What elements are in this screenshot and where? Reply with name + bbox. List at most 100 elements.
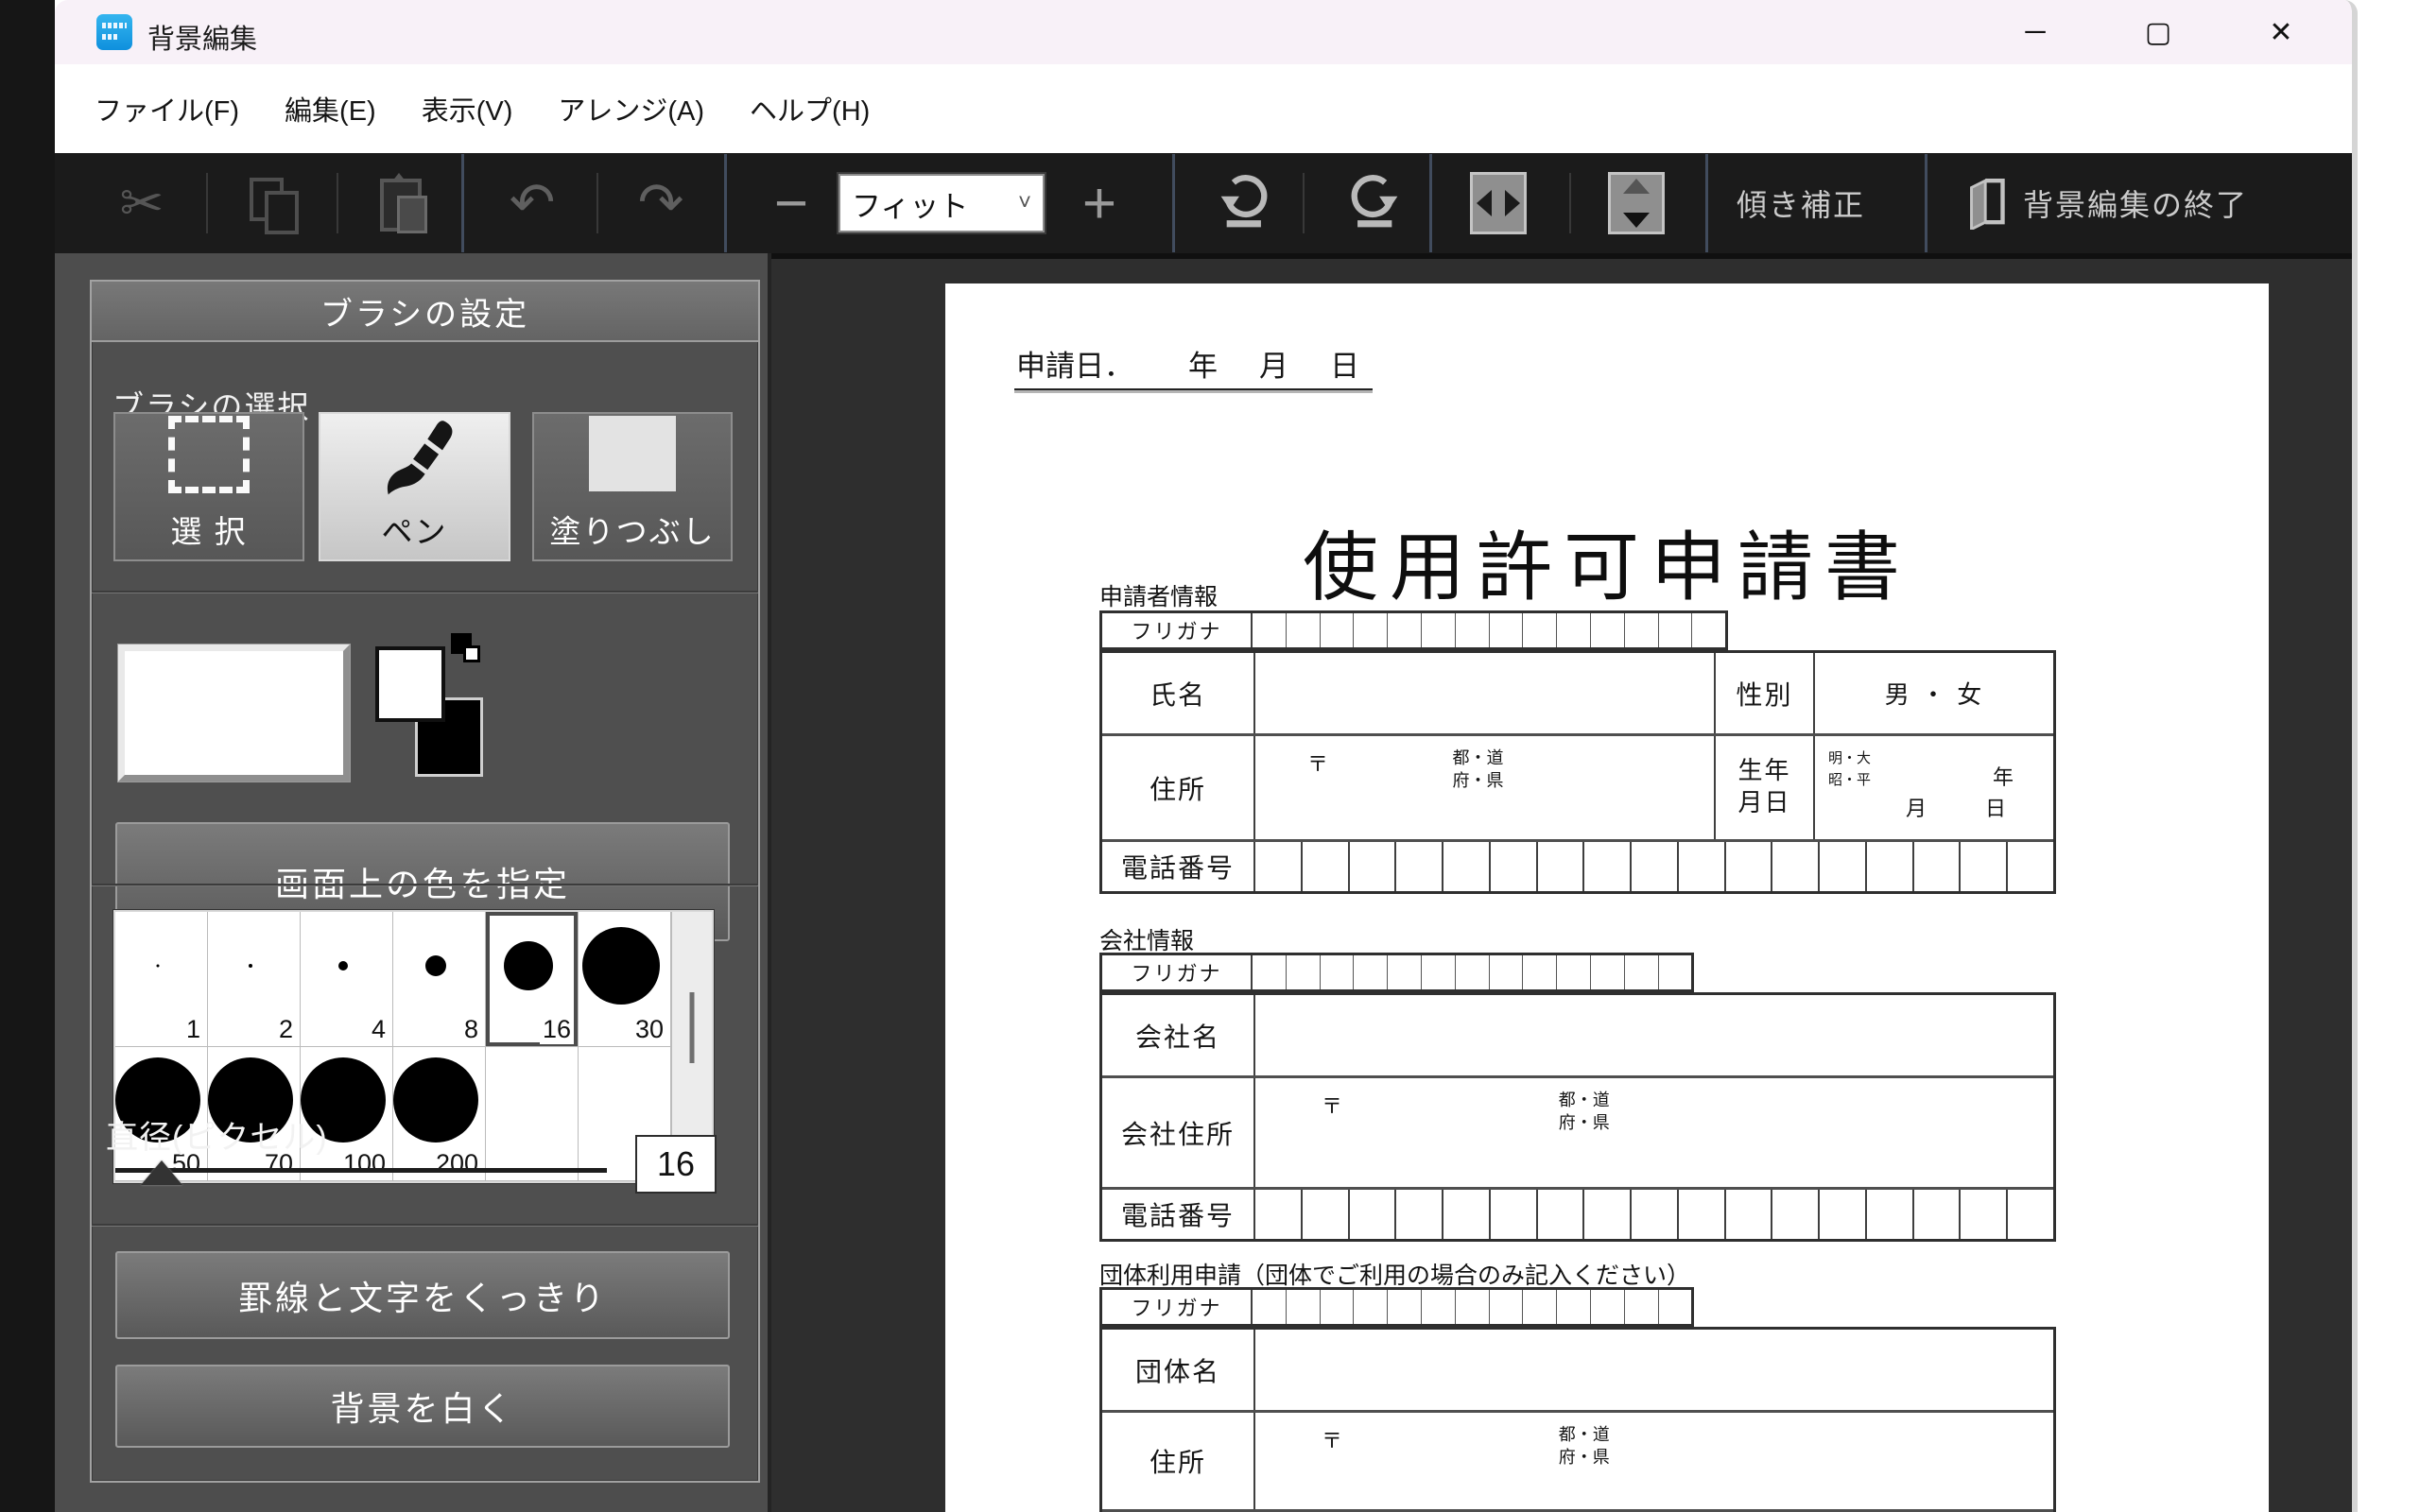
- phone-digit-cell: [1489, 842, 1536, 891]
- diameter-slider-track[interactable]: [115, 1168, 607, 1173]
- cut-icon[interactable]: ✂: [112, 172, 172, 234]
- separator: [206, 173, 208, 233]
- swap-colors-icon[interactable]: [451, 633, 489, 671]
- brush-dot: [582, 927, 660, 1005]
- furigana-cell: [1455, 1290, 1489, 1324]
- group-table: 団体名 住所 〒 都・道府・県: [1099, 1327, 2056, 1512]
- furigana-cell: [1455, 613, 1489, 647]
- exit-background-edit-button[interactable]: 背景編集の終了: [1966, 177, 2248, 230]
- furigana-cell: [1658, 613, 1692, 647]
- brush-size-cell[interactable]: 16: [486, 912, 579, 1047]
- menu-item[interactable]: 編集(E): [262, 76, 399, 142]
- workspace: ブラシの設定 ブラシの選択 選 択 ペン: [55, 253, 2352, 1512]
- scrollbar-thumb[interactable]: [690, 992, 695, 1063]
- postal-mark: 〒: [1322, 1424, 1342, 1454]
- phone-digit-cell: [1677, 1190, 1724, 1239]
- tilt-correction-button[interactable]: 傾き補正: [1737, 181, 1865, 225]
- brush-size-number: 1: [183, 1016, 203, 1044]
- furigana-cell: [1286, 1290, 1320, 1324]
- phone-digit-cell: [1912, 842, 1960, 891]
- postal-mark: 〒: [1322, 1090, 1342, 1120]
- diameter-slider-thumb[interactable]: [141, 1160, 182, 1185]
- brush-size-cell[interactable]: 8: [393, 912, 486, 1047]
- maximize-button[interactable]: ▢: [2097, 0, 2220, 64]
- screen: 背景編集 ─ ▢ ✕ ファイル(F)編集(E)表示(V)アレンジ(A)ヘルプ(H…: [0, 0, 2420, 1512]
- tool-pen-button[interactable]: ペン: [319, 412, 510, 561]
- brush-dot: [156, 964, 159, 967]
- tool-select-button[interactable]: 選 択: [113, 412, 304, 561]
- furigana-cell: [1253, 613, 1286, 647]
- furigana-cell: [1624, 613, 1658, 647]
- sharpen-lines-text-button[interactable]: 罫線と文字をくっきり: [115, 1251, 730, 1339]
- zoom-in-button[interactable]: +: [1073, 170, 1126, 237]
- desktop-background-left: [0, 0, 55, 1512]
- document-page[interactable]: 申請日． 年 月 日 使用許可申請書 申請者情報 フリガナ 氏名: [945, 284, 2269, 1512]
- menu-item[interactable]: ファイル(F): [72, 76, 262, 142]
- paste-icon[interactable]: [372, 175, 433, 232]
- foreground-color-square[interactable]: [375, 646, 445, 722]
- group-address-cell: 〒 都・道府・県: [1253, 1413, 2053, 1509]
- separator: [1705, 154, 1708, 252]
- separator: [596, 173, 598, 233]
- separator: [1172, 154, 1175, 252]
- tool-fill-label: 塗りつぶし: [549, 507, 715, 552]
- divider: [92, 884, 758, 886]
- row-label: 電話番号: [1102, 842, 1253, 891]
- furigana-cell: [1286, 955, 1320, 989]
- current-color-swatch[interactable]: [118, 644, 350, 782]
- separator: [337, 173, 338, 233]
- brush-size-cell[interactable]: 2: [208, 912, 301, 1047]
- furigana-label: フリガナ: [1102, 1290, 1253, 1324]
- phone-digit-cell: [1301, 1190, 1348, 1239]
- flip-vertical-icon[interactable]: [1608, 172, 1665, 234]
- minimize-button[interactable]: ─: [1974, 0, 2097, 64]
- furigana-cell: [1320, 1290, 1354, 1324]
- rotate-right-icon[interactable]: [1346, 172, 1401, 234]
- brush-size-cell[interactable]: 30: [579, 912, 671, 1047]
- phone-digit-cell: [1818, 1190, 1865, 1239]
- phone-digit-cell: [1442, 842, 1489, 891]
- brush-size-cell[interactable]: 200: [393, 1047, 486, 1182]
- furigana-cell: [1590, 955, 1624, 989]
- app-icon: [96, 14, 132, 50]
- furigana-cell: [1387, 955, 1421, 989]
- menu-item[interactable]: 表示(V): [399, 76, 536, 142]
- canvas[interactable]: 申請日． 年 月 日 使用許可申請書 申請者情報 フリガナ 氏名: [771, 253, 2352, 1512]
- flip-horizontal-icon[interactable]: [1470, 172, 1527, 234]
- gender-label: 性別: [1714, 653, 1813, 733]
- brush-size-number: 16: [540, 1016, 574, 1044]
- zoom-out-button[interactable]: −: [765, 170, 818, 237]
- tool-fill-button[interactable]: 塗りつぶし: [532, 412, 733, 561]
- furigana-cell: [1556, 613, 1590, 647]
- row-label: 会社住所: [1102, 1078, 1253, 1187]
- foreground-background-colors[interactable]: [375, 633, 489, 780]
- phone-digit-cell: [1959, 1190, 2006, 1239]
- close-button[interactable]: ✕: [2220, 0, 2342, 64]
- rotate-left-icon[interactable]: [1218, 172, 1272, 234]
- separator: [461, 154, 464, 252]
- menu-item[interactable]: アレンジ(A): [535, 76, 727, 142]
- phone-digit-cell: [1536, 1190, 1583, 1239]
- panel-title: ブラシの設定: [92, 282, 758, 342]
- brush-size-cell[interactable]: 1: [115, 912, 208, 1047]
- furigana-cell: [1320, 955, 1354, 989]
- undo-icon[interactable]: ↶: [502, 176, 562, 231]
- birth-value-cell: 明・大昭・平 年 月 日: [1813, 736, 2053, 839]
- brush-size-cell[interactable]: 4: [301, 912, 393, 1047]
- brush-dot: [425, 955, 446, 976]
- zoom-level-dropdown[interactable]: フィット ˅: [838, 174, 1045, 232]
- copy-icon[interactable]: [242, 176, 302, 231]
- brush-size-number: 30: [632, 1016, 666, 1044]
- phone-digit-cell: [1912, 1190, 1960, 1239]
- date-unit-year: 年: [1188, 342, 1218, 385]
- menu-item[interactable]: ヘルプ(H): [727, 76, 892, 142]
- furigana-cell: [1387, 613, 1421, 647]
- whiten-background-button[interactable]: 背景を白く: [115, 1365, 730, 1448]
- redo-icon[interactable]: ↷: [631, 176, 691, 231]
- furigana-row: フリガナ: [1099, 953, 1694, 992]
- brush-dot: [504, 941, 553, 990]
- diameter-value-box[interactable]: 16: [635, 1135, 717, 1194]
- gender-value: 男 ・ 女: [1813, 653, 2053, 733]
- furigana-cell: [1522, 955, 1556, 989]
- zoom-level-value: フィット: [852, 182, 968, 225]
